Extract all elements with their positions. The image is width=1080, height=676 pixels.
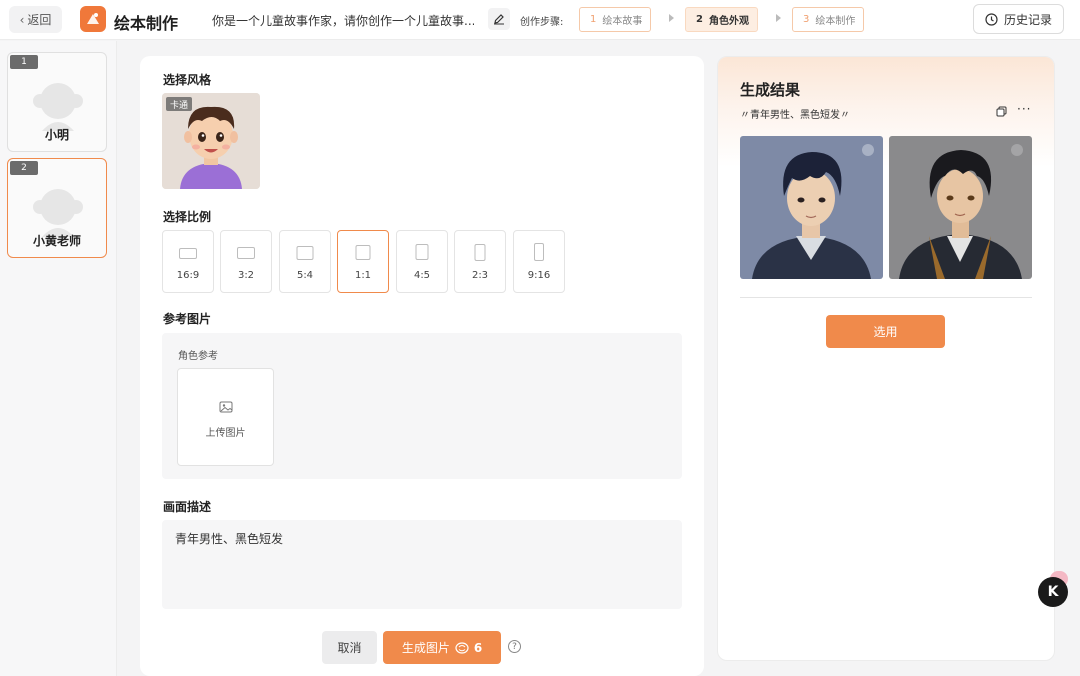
pencil-icon — [494, 14, 504, 25]
ratio-label: 3:2 — [237, 270, 255, 281]
ratio-label: 4:5 — [413, 270, 431, 281]
character-placeholder-icon — [33, 83, 83, 131]
step-2[interactable]: 2 角色外观 — [685, 7, 758, 32]
step-2-label: 角色外观 — [708, 16, 749, 27]
reference-area: 角色参考 上传图片 — [162, 333, 682, 479]
ratio-label: 5:4 — [296, 270, 314, 281]
character-name: 小明 — [44, 128, 69, 142]
ratio-shape-icon — [355, 245, 371, 260]
ratio-option-16-9[interactable]: 16:9 — [162, 230, 214, 293]
step-1-num: 1 — [590, 14, 597, 25]
result-prompt: 〃青年男性、黑色短发〃 — [740, 110, 850, 121]
description-section-title: 画面描述 — [163, 500, 212, 514]
upload-label: 上传图片 — [205, 428, 246, 439]
character-card[interactable]: 1 小明 — [7, 52, 107, 152]
generate-image-button[interactable]: 生成图片 6 — [383, 631, 501, 664]
generate-cost: 6 — [473, 640, 483, 655]
use-result-button[interactable]: 选用 — [826, 315, 945, 348]
ratio-shape-icon — [415, 244, 429, 260]
prompt-preview: 你是一个儿童故事作家，请你创作一个儿童故事... — [212, 14, 474, 28]
app-logo — [80, 6, 106, 32]
edit-prompt-button[interactable] — [488, 8, 510, 30]
divider — [740, 297, 1032, 298]
step-2-num: 2 — [696, 14, 703, 25]
step-3-num: 3 — [803, 14, 810, 25]
result-panel: 生成结果 〃青年男性、黑色短发〃 ··· 选用 — [717, 56, 1055, 661]
step-arrow-icon — [669, 14, 674, 22]
settings-panel: 选择风格 卡通 选择比例 16:9 3:2 5:4 1:1 4:5 2:3 9:… — [140, 56, 704, 676]
back-label: 返回 — [27, 13, 52, 27]
ratio-label: 1:1 — [354, 270, 372, 281]
ratio-shape-icon — [474, 244, 486, 261]
character-name: 小黄老师 — [32, 234, 81, 248]
step-1-label: 绘本故事 — [602, 16, 643, 27]
generated-character-image — [889, 136, 1032, 279]
clock-icon — [985, 12, 998, 26]
assistant-float-button[interactable]: K — [1038, 577, 1068, 607]
chevron-left-icon: ‹ — [19, 12, 25, 27]
ratio-shape-icon — [296, 246, 314, 260]
ratio-option-4-5[interactable]: 4:5 — [396, 230, 448, 293]
result-image-1[interactable] — [740, 136, 883, 279]
step-1[interactable]: 1 绘本故事 — [579, 7, 652, 32]
character-number: 1 — [10, 55, 38, 69]
ratio-label: 9:16 — [527, 270, 551, 281]
ratio-option-5-4[interactable]: 5:4 — [279, 230, 331, 293]
ratio-section-title: 选择比例 — [163, 210, 212, 224]
ratio-option-3-2[interactable]: 3:2 — [220, 230, 272, 293]
ratio-option-9-16[interactable]: 9:16 — [513, 230, 565, 293]
step-arrow-icon — [776, 14, 781, 22]
generated-character-image — [740, 136, 883, 279]
image-upload-icon — [219, 401, 233, 413]
ratio-label: 16:9 — [176, 270, 200, 281]
reference-section-title: 参考图片 — [163, 312, 212, 326]
step-3-label: 绘本制作 — [815, 16, 856, 27]
more-options-icon[interactable]: ··· — [1017, 102, 1031, 116]
cancel-button[interactable]: 取消 — [322, 631, 377, 664]
app-title: 绘本制作 — [114, 14, 179, 33]
top-bar: ‹ 返回 绘本制作 你是一个儿童故事作家，请你创作一个儿童故事... 创作步骤:… — [0, 0, 1080, 40]
result-image-2[interactable] — [889, 136, 1032, 279]
style-tag: 卡通 — [166, 97, 193, 111]
character-placeholder-icon — [33, 189, 83, 237]
ratio-label: 2:3 — [471, 270, 489, 281]
ratio-shape-icon — [179, 248, 197, 259]
upload-image-button[interactable]: 上传图片 — [177, 368, 274, 466]
history-button[interactable]: 历史记录 — [973, 4, 1064, 34]
credit-coin-icon — [455, 641, 469, 654]
character-number: 2 — [10, 161, 38, 175]
history-label: 历史记录 — [1003, 12, 1052, 27]
style-option-cartoon[interactable]: 卡通 — [162, 93, 260, 189]
generate-label: 生成图片 — [401, 641, 450, 655]
ratio-shape-icon — [534, 243, 544, 261]
character-sidebar: 1 小明 2 小黄老师 — [0, 41, 117, 676]
copy-icon[interactable] — [996, 106, 1007, 117]
help-icon[interactable]: ? — [508, 640, 521, 653]
description-textarea[interactable]: 青年男性、黑色短发 — [162, 520, 682, 609]
ratio-option-1-1[interactable]: 1:1 — [337, 230, 389, 293]
ratio-shape-icon — [237, 247, 255, 259]
result-title: 生成结果 — [740, 81, 801, 99]
steps-label: 创作步骤: — [520, 17, 564, 28]
character-card-selected[interactable]: 2 小黄老师 — [7, 158, 107, 258]
ratio-option-2-3[interactable]: 2:3 — [454, 230, 506, 293]
step-3[interactable]: 3 绘本制作 — [792, 7, 865, 32]
back-button[interactable]: ‹ 返回 — [9, 6, 62, 33]
style-section-title: 选择风格 — [163, 73, 212, 87]
reference-subtitle: 角色参考 — [178, 351, 218, 362]
